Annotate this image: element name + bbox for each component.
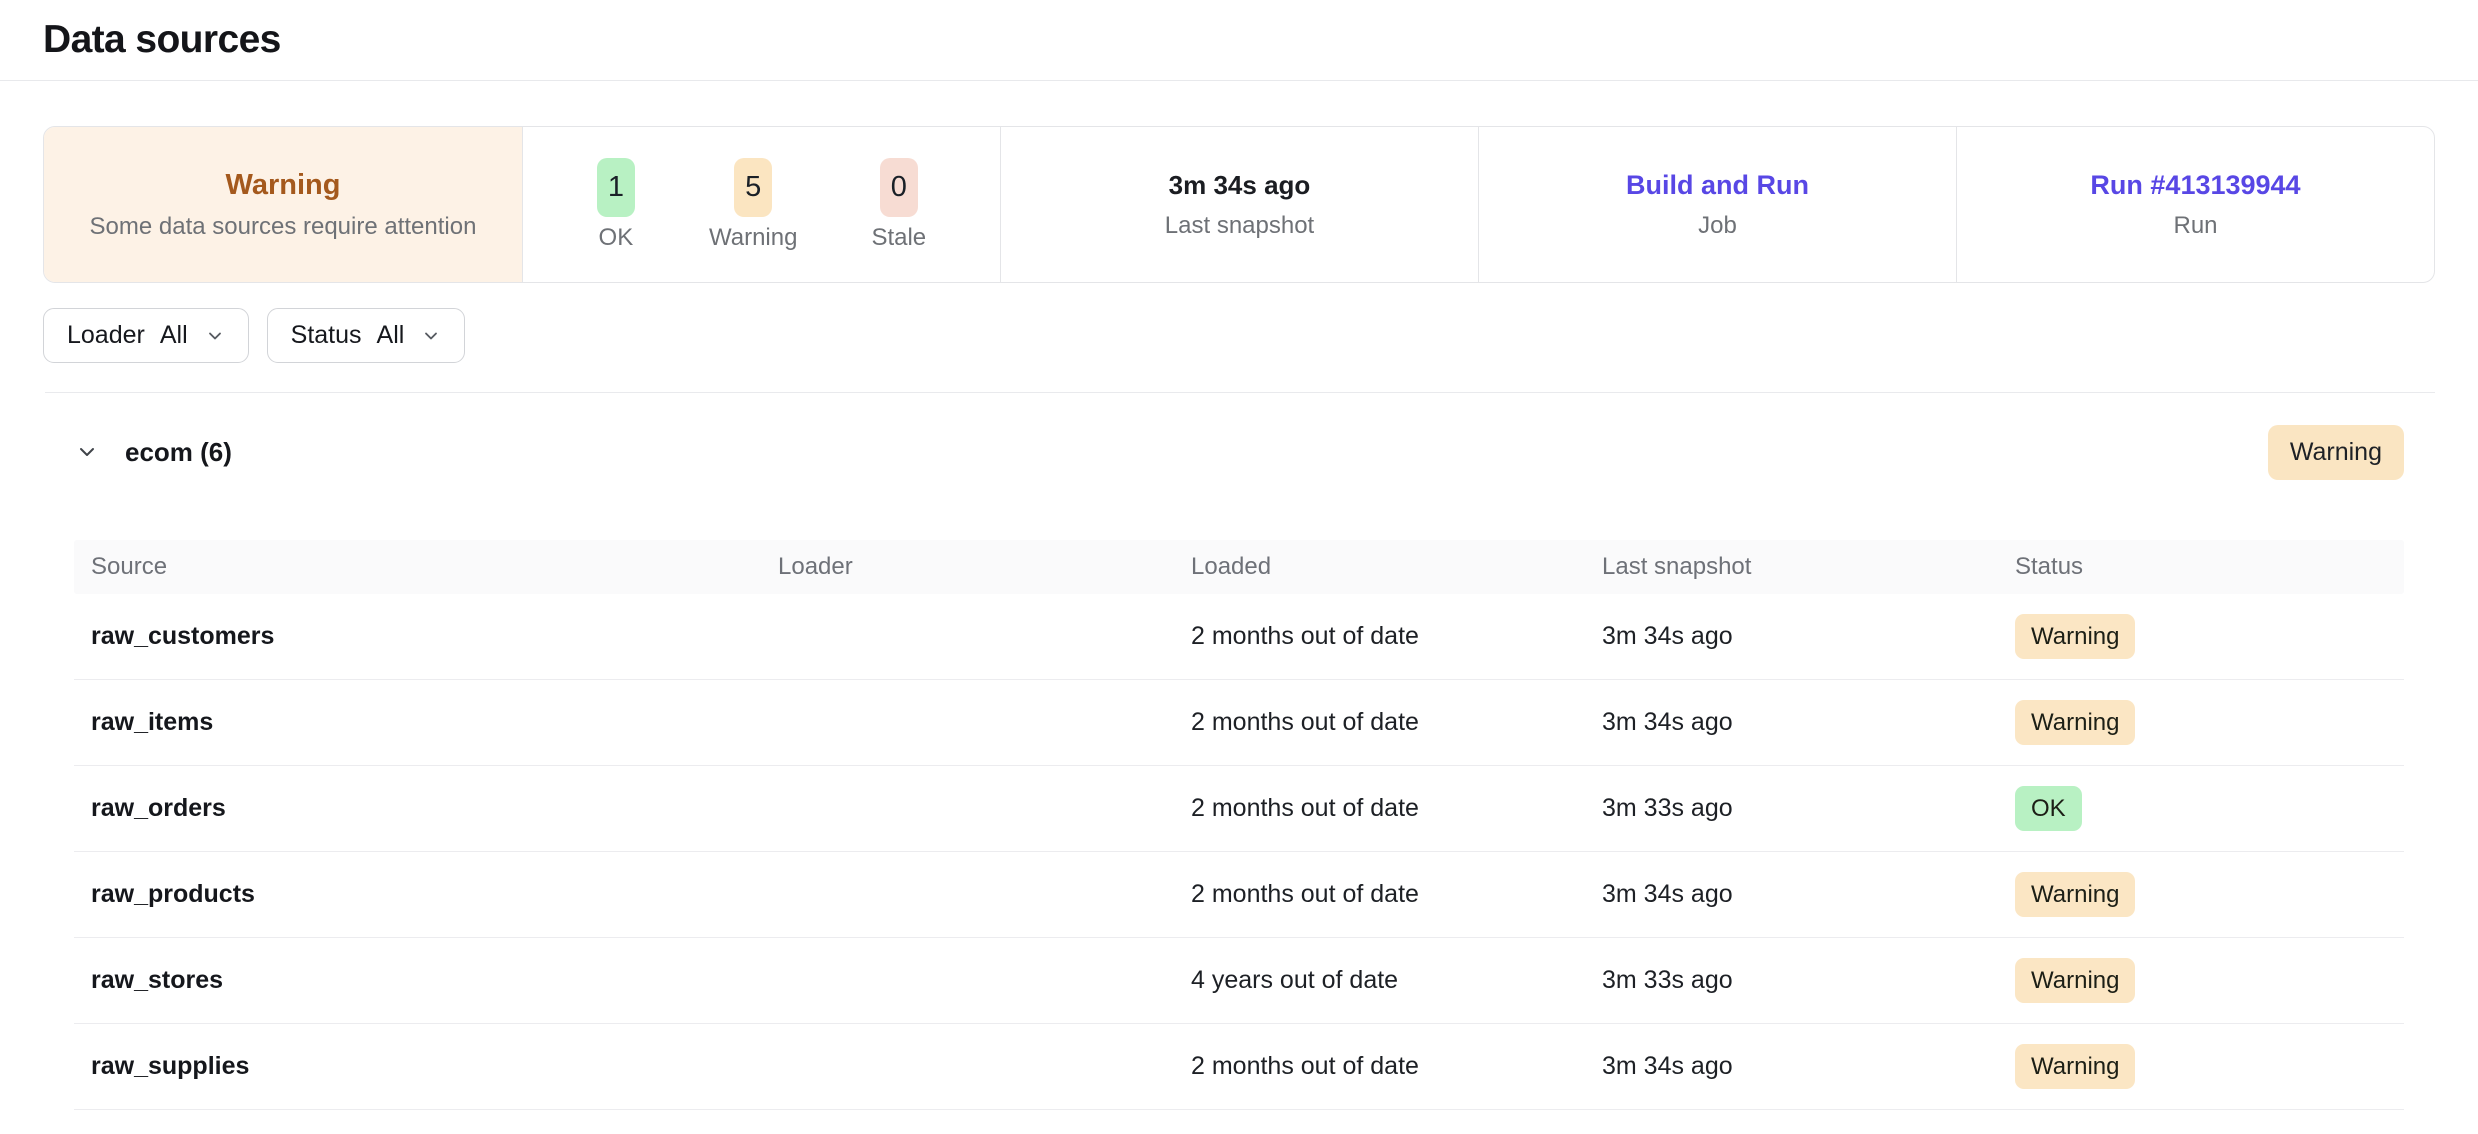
source-name: raw_orders	[74, 794, 761, 823]
page-header: Data sources	[0, 0, 2478, 81]
last-snapshot-value: 3m 34s ago	[1169, 170, 1311, 201]
source-name: raw_customers	[74, 622, 761, 651]
table-row[interactable]: raw_customers 2 months out of date 3m 34…	[74, 594, 2404, 680]
column-header-loaded: Loaded	[1174, 553, 1585, 581]
table-row[interactable]: raw_orders 2 months out of date 3m 33s a…	[74, 766, 2404, 852]
loaded-cell: 2 months out of date	[1174, 794, 1585, 823]
last-snapshot-cell: 3m 34s ago	[1585, 622, 1998, 651]
chevron-down-icon	[421, 326, 441, 346]
run-label: Run	[2173, 212, 2217, 240]
status-filter-dropdown[interactable]: Status All	[267, 308, 466, 363]
summary-cards: Warning Some data sources require attent…	[43, 126, 2435, 283]
status-cell: OK	[1998, 786, 2404, 831]
filter-bar: Loader All Status All	[43, 308, 2435, 363]
loaded-cell: 2 months out of date	[1174, 622, 1585, 651]
source-name: raw_supplies	[74, 1052, 761, 1081]
column-header-loader: Loader	[761, 553, 1174, 581]
count-stale-label: Stale	[871, 224, 926, 252]
job-link[interactable]: Build and Run	[1626, 170, 1809, 201]
count-ok-value: 1	[597, 158, 635, 217]
column-header-source: Source	[74, 553, 761, 581]
table-body: raw_customers 2 months out of date 3m 34…	[74, 594, 2404, 1110]
status-cell: Warning	[1998, 872, 2404, 917]
sources-table: Source Loader Loaded Last snapshot Statu…	[74, 540, 2404, 1110]
column-header-status: Status	[1998, 553, 2404, 581]
count-warning: 5 Warning	[709, 158, 797, 252]
ecom-section-title: ecom (6)	[125, 437, 232, 468]
job-label: Job	[1698, 212, 1737, 240]
count-stale-value: 0	[880, 158, 918, 217]
loaded-cell: 2 months out of date	[1174, 708, 1585, 737]
run-link[interactable]: Run #413139944	[2090, 170, 2300, 201]
source-name: raw_products	[74, 880, 761, 909]
column-header-last-snapshot: Last snapshot	[1585, 553, 1998, 581]
table-row[interactable]: raw_supplies 2 months out of date 3m 34s…	[74, 1024, 2404, 1110]
summary-card-status: Warning Some data sources require attent…	[44, 127, 522, 282]
loader-filter-dropdown[interactable]: Loader All	[43, 308, 249, 363]
loader-filter-label: Loader	[67, 321, 145, 350]
ecom-section: ecom (6) Warning Source Loader Loaded La…	[43, 424, 2435, 1110]
loaded-cell: 4 years out of date	[1174, 966, 1585, 995]
summary-status-title: Warning	[226, 169, 341, 202]
status-cell: Warning	[1998, 614, 2404, 659]
chevron-down-icon	[205, 326, 225, 346]
count-stale: 0 Stale	[871, 158, 926, 252]
status-cell: Warning	[1998, 958, 2404, 1003]
source-name: raw_items	[74, 708, 761, 737]
count-warning-value: 5	[734, 158, 772, 217]
ecom-section-header[interactable]: ecom (6) Warning	[74, 424, 2404, 480]
summary-card-snapshot: 3m 34s ago Last snapshot	[1000, 127, 1478, 282]
section-status-badge: Warning	[2268, 425, 2404, 480]
last-snapshot-cell: 3m 33s ago	[1585, 794, 1998, 823]
summary-card-counts: 1 OK 5 Warning 0 Stale	[522, 127, 1000, 282]
summary-card-job: Build and Run Job	[1478, 127, 1956, 282]
loaded-cell: 2 months out of date	[1174, 880, 1585, 909]
source-name: raw_stores	[74, 966, 761, 995]
status-badge: Warning	[2015, 614, 2135, 659]
count-ok-label: OK	[599, 224, 634, 252]
status-filter-value: All	[377, 321, 405, 350]
loaded-cell: 2 months out of date	[1174, 1052, 1585, 1081]
count-ok: 1 OK	[597, 158, 635, 252]
page-title: Data sources	[43, 18, 281, 62]
last-snapshot-cell: 3m 34s ago	[1585, 880, 1998, 909]
loader-filter-value: All	[160, 321, 188, 350]
last-snapshot-label: Last snapshot	[1165, 212, 1314, 240]
last-snapshot-cell: 3m 33s ago	[1585, 966, 1998, 995]
main-content: Warning Some data sources require attent…	[0, 126, 2478, 1110]
status-badge: Warning	[2015, 872, 2135, 917]
last-snapshot-cell: 3m 34s ago	[1585, 1052, 1998, 1081]
summary-card-run: Run #413139944 Run	[1956, 127, 2434, 282]
count-warning-label: Warning	[709, 224, 797, 252]
status-badge: Warning	[2015, 1044, 2135, 1089]
status-badge: Warning	[2015, 958, 2135, 1003]
last-snapshot-cell: 3m 34s ago	[1585, 708, 1998, 737]
status-badge: Warning	[2015, 700, 2135, 745]
status-badge: OK	[2015, 786, 2082, 831]
chevron-down-icon[interactable]	[75, 440, 99, 464]
summary-status-subtitle: Some data sources require attention	[90, 213, 477, 241]
table-row[interactable]: raw_stores 4 years out of date 3m 33s ag…	[74, 938, 2404, 1024]
table-row[interactable]: raw_items 2 months out of date 3m 34s ag…	[74, 680, 2404, 766]
table-header-row: Source Loader Loaded Last snapshot Statu…	[74, 540, 2404, 594]
status-cell: Warning	[1998, 1044, 2404, 1089]
divider	[45, 392, 2435, 393]
status-cell: Warning	[1998, 700, 2404, 745]
status-filter-label: Status	[291, 321, 362, 350]
table-row[interactable]: raw_products 2 months out of date 3m 34s…	[74, 852, 2404, 938]
